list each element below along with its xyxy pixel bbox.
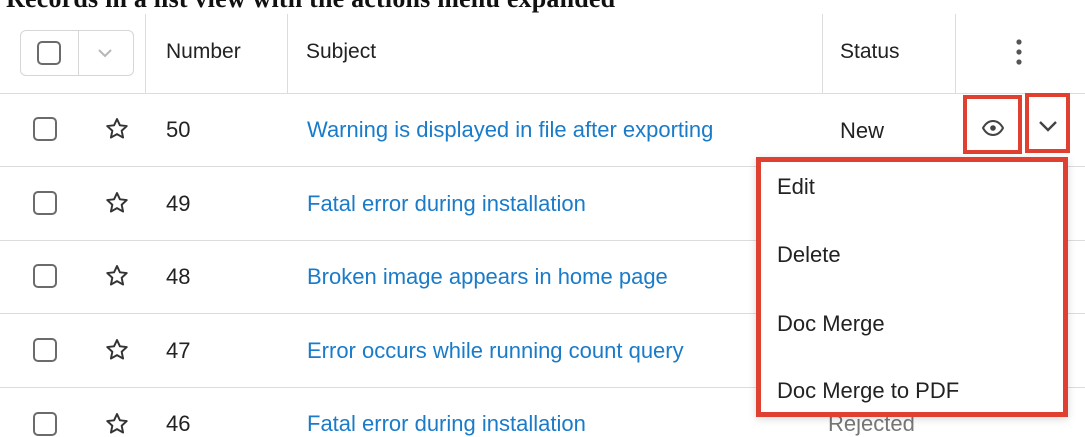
star-outline-icon[interactable] [104,411,130,437]
record-number: 50 [166,117,191,142]
star-outline-icon[interactable] [104,190,130,216]
menu-item-doc-merge-to-pdf[interactable]: Doc Merge to PDF [777,378,959,404]
list-view-table: Records in a list view with the actions … [0,0,1085,437]
record-subject-link[interactable]: Warning is displayed in file after expor… [307,117,713,143]
select-all-checkbox[interactable] [37,41,61,65]
menu-item-doc-merge[interactable]: Doc Merge [777,311,885,337]
column-divider [955,14,956,93]
record-subject-link[interactable]: Fatal error during installation [307,411,586,437]
record-number: 49 [166,191,191,216]
select-all-control[interactable] [20,30,134,76]
row-checkbox[interactable] [33,412,57,436]
caption-text: Records in a list view with the actions … [6,0,615,14]
column-divider [145,14,146,93]
star-outline-icon[interactable] [104,337,130,363]
header-divider [0,93,1085,94]
record-number: 47 [166,338,191,363]
record-subject-link[interactable]: Error occurs while running count query [307,338,684,364]
record-subject-link[interactable]: Fatal error during installation [307,191,586,217]
vertical-ellipsis-icon[interactable] [1014,38,1024,66]
chevron-down-icon[interactable] [97,47,113,59]
star-outline-icon[interactable] [104,116,130,142]
menu-item-edit[interactable]: Edit [777,174,815,200]
row-checkbox[interactable] [33,264,57,288]
menu-item-delete[interactable]: Delete [777,242,841,268]
record-number: 48 [166,264,191,289]
column-divider [287,14,288,93]
actions-menu: Edit Delete Doc Merge Doc Merge to PDF [756,157,1068,417]
record-status: New [840,118,885,143]
star-outline-icon[interactable] [104,263,130,289]
row-checkbox[interactable] [33,117,57,141]
row-checkbox[interactable] [33,191,57,215]
record-number: 46 [166,411,191,436]
record-subject-link[interactable]: Broken image appears in home page [307,264,668,290]
chevron-down-icon [1039,121,1057,132]
column-header-number[interactable]: Number [166,40,241,64]
preview-button[interactable] [963,95,1022,154]
row-checkbox[interactable] [33,338,57,362]
actions-dropdown-toggle[interactable] [1025,93,1070,153]
cropped-caption: Records in a list view with the actions … [0,0,1085,14]
eye-icon [982,120,1004,136]
column-header-subject[interactable]: Subject [306,40,376,64]
column-header-status[interactable]: Status [840,40,900,64]
column-divider [822,14,823,93]
select-dropdown-divider [78,31,79,75]
